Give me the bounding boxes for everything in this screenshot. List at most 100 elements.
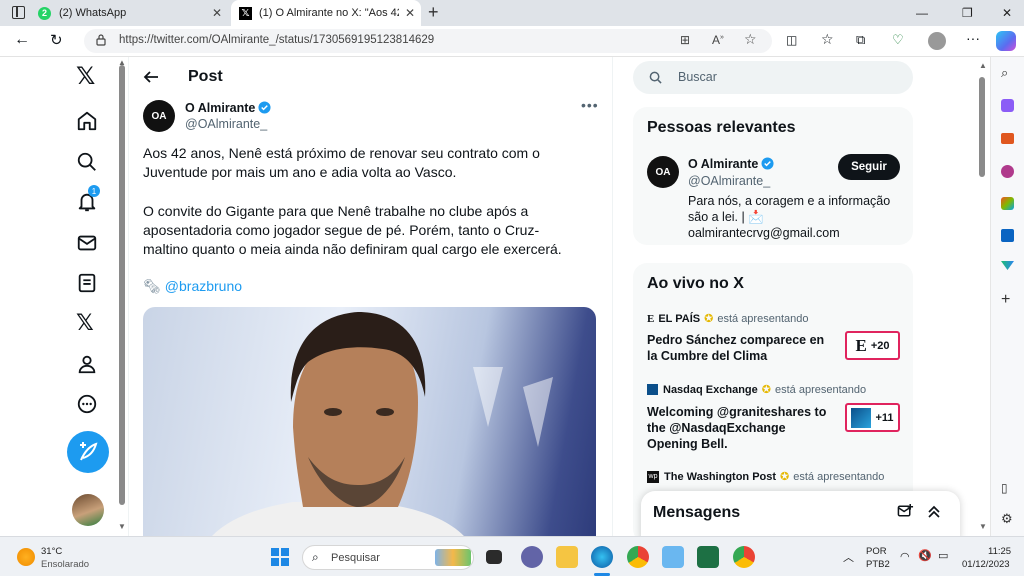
new-tab-button[interactable]: + <box>428 2 439 23</box>
premium-x-icon[interactable]: 𝕏 <box>76 311 100 335</box>
notifications-badge: 1 <box>88 185 100 197</box>
add-plus-icon[interactable]: + <box>1001 291 1010 309</box>
x-logo-icon[interactable]: 𝕏 <box>76 65 100 89</box>
tab-x-post[interactable]: 𝕏 (1) O Almirante no X: "Aos 42 an ✕ <box>231 0 421 26</box>
drop-icon[interactable] <box>1001 261 1014 270</box>
clock-time[interactable]: 11:25 <box>988 546 1011 557</box>
file-explorer-icon[interactable] <box>556 546 578 568</box>
live-source[interactable]: wp The Washington Post ✪ está apresentando <box>647 470 884 483</box>
edge-browser-icon[interactable] <box>591 546 613 568</box>
app-available-icon[interactable]: ⊞ <box>680 33 690 47</box>
outlook-icon[interactable] <box>1001 229 1014 242</box>
account-avatar[interactable] <box>72 494 104 526</box>
settings-gear-icon[interactable]: ⚙ <box>1001 511 1013 527</box>
back-icon[interactable]: ← <box>14 31 30 49</box>
lists-icon[interactable] <box>76 272 100 296</box>
more-options-icon[interactable]: ··· <box>966 30 980 46</box>
explore-search-icon[interactable] <box>76 151 100 175</box>
games-icon[interactable] <box>1001 165 1014 178</box>
home-icon[interactable] <box>76 110 100 134</box>
relevant-avatar[interactable]: OA <box>647 156 679 188</box>
sidebar-toggle-icon[interactable]: ▯ <box>1001 481 1008 495</box>
live-source[interactable]: Nasdaq Exchange ✪ está apresentando <box>647 383 866 396</box>
wifi-icon[interactable]: ◠ <box>900 550 910 563</box>
nasdaq-logo-icon <box>851 407 872 428</box>
profile-icon[interactable] <box>76 353 100 377</box>
tab-whatsapp[interactable]: 2 (2) WhatsApp ✕ <box>38 0 230 26</box>
keyboard-layout[interactable]: PTB2 <box>866 559 890 570</box>
lock-icon[interactable] <box>96 34 106 46</box>
close-icon[interactable]: ✕ <box>212 6 222 20</box>
maximize-button[interactable]: ❐ <box>962 6 973 20</box>
favorite-star-icon[interactable]: ☆ <box>744 31 757 48</box>
url-field[interactable]: https://twitter.com/OAlmirante_/status/1… <box>84 29 772 53</box>
new-message-icon[interactable] <box>897 503 914 520</box>
chrome-profile-icon[interactable] <box>733 546 755 568</box>
post-image[interactable] <box>143 307 596 536</box>
search-icon <box>649 71 662 84</box>
scroll-down-arrow[interactable]: ▼ <box>118 522 126 531</box>
notifications-bell-icon[interactable]: 1 <box>76 185 100 215</box>
page-scrollbar-thumb[interactable] <box>979 77 985 177</box>
follow-button[interactable]: Seguir <box>838 154 900 180</box>
chrome-icon[interactable] <box>627 546 649 568</box>
tab-actions-icon[interactable] <box>12 6 25 19</box>
notepad-icon[interactable] <box>662 546 684 568</box>
weather-desc[interactable]: Ensolarado <box>41 559 89 570</box>
author-avatar[interactable]: OA <box>143 100 175 132</box>
compose-post-button[interactable] <box>67 431 109 473</box>
scrollbar-thumb[interactable] <box>119 65 125 505</box>
relevant-handle[interactable]: @OAlmirante_ <box>688 173 770 189</box>
more-options-icon[interactable]: ••• <box>581 97 599 113</box>
search-sidebar-icon[interactable]: ⌕ <box>1001 65 1008 81</box>
live-headline[interactable]: Pedro Sánchez comparece en la Cumbre del… <box>647 332 837 364</box>
live-listeners-badge[interactable]: E +20 <box>845 331 900 360</box>
source-name: The Washington Post <box>664 470 777 483</box>
clock-date[interactable]: 01/12/2023 <box>962 559 1010 570</box>
author-handle[interactable]: @OAlmirante_ <box>185 117 267 131</box>
profile-avatar[interactable] <box>928 32 946 50</box>
start-windows-icon[interactable] <box>271 548 289 566</box>
tools-briefcase-icon[interactable] <box>1001 133 1014 144</box>
messages-drawer[interactable]: Mensagens <box>641 491 960 536</box>
weather-temp[interactable]: 31°C <box>41 546 62 557</box>
messages-mail-icon[interactable] <box>76 232 100 256</box>
taskbar-search-input[interactable]: ⌕ Pesquisar <box>302 545 474 570</box>
browser-essentials-icon[interactable]: ♡ <box>892 32 904 48</box>
mention-link[interactable]: @brazbruno <box>165 278 242 294</box>
post-text-paragraph: O convite do Gigante para que Nenê traba… <box>143 203 562 257</box>
scroll-down-arrow[interactable]: ▼ <box>979 522 987 531</box>
refresh-icon[interactable]: ↻ <box>50 31 63 49</box>
minimize-button[interactable]: — <box>916 6 928 20</box>
live-source[interactable]: E EL PAÍS ✪ está apresentando <box>647 312 808 326</box>
close-window-button[interactable]: ✕ <box>1002 6 1012 20</box>
read-aloud-icon[interactable]: A» <box>712 33 724 47</box>
live-listeners-badge[interactable]: +11 <box>845 403 900 432</box>
teams-chat-icon[interactable] <box>521 546 543 568</box>
copilot-icon[interactable] <box>996 31 1016 51</box>
language-indicator[interactable]: POR <box>866 546 887 557</box>
shopping-tag-icon[interactable] <box>1001 99 1014 112</box>
back-arrow-icon[interactable] <box>143 69 159 85</box>
favorites-icon[interactable]: ☆ <box>821 31 834 48</box>
task-view-icon[interactable] <box>486 550 502 564</box>
microsoft365-icon[interactable] <box>1001 197 1014 210</box>
weather-sun-icon[interactable] <box>17 548 35 566</box>
more-circle-icon[interactable] <box>76 393 100 417</box>
excel-icon[interactable] <box>697 546 719 568</box>
collections-icon[interactable]: ⧉ <box>856 32 865 48</box>
battery-icon[interactable]: ▭ <box>938 549 948 562</box>
search-input[interactable]: Buscar <box>633 61 913 94</box>
expand-chevrons-icon[interactable] <box>926 503 942 519</box>
scroll-up-arrow[interactable]: ▲ <box>979 61 987 70</box>
relevant-name[interactable]: O Almirante <box>688 156 774 172</box>
volume-muted-icon[interactable]: 🔇 <box>918 549 932 562</box>
newspaper-icon: 🗞 <box>143 278 161 294</box>
search-placeholder: Pesquisar <box>331 552 380 564</box>
live-headline[interactable]: Welcoming @graniteshares to the @NasdaqE… <box>647 404 837 452</box>
tray-chevron-icon[interactable]: ︿ <box>843 549 854 565</box>
author-name[interactable]: O Almirante <box>185 101 271 115</box>
close-icon[interactable]: ✕ <box>405 6 415 20</box>
split-screen-icon[interactable]: ◫ <box>786 33 797 47</box>
source-name: EL PAÍS <box>658 312 701 325</box>
